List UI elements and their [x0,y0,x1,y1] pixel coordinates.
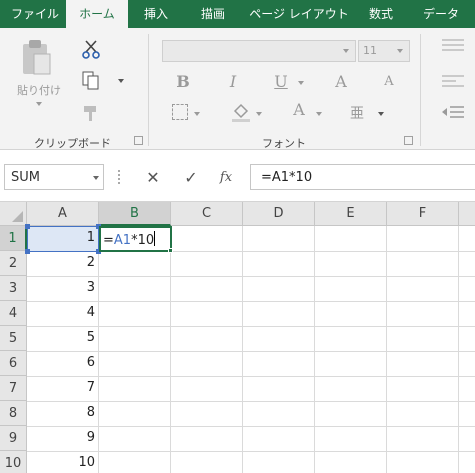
name-box-value: SUM [11,170,40,185]
formula-input[interactable]: =A1*10 [250,164,475,190]
cell-b1-editor[interactable]: =A1*10 [103,231,156,248]
row-header-9[interactable]: 9 [0,426,27,451]
row-header-3[interactable]: 3 [0,276,27,301]
row-header-7[interactable]: 7 [0,376,27,401]
row-header-2[interactable]: 2 [0,251,27,276]
decrease-indent-icon[interactable] [440,103,466,123]
column-header-d[interactable]: D [243,202,315,226]
cell-a6[interactable]: 6 [27,351,98,375]
cell-a2[interactable]: 2 [27,251,98,275]
formula-bar: SUM ✕ ✓ fx =A1*10 [0,150,475,202]
tab-formulas[interactable]: 数式 [353,0,409,28]
cell-a7[interactable]: 7 [27,376,98,400]
name-box[interactable]: SUM [4,164,104,190]
row-header-8[interactable]: 8 [0,401,27,426]
cell-a4[interactable]: 4 [27,301,98,325]
row-header-10[interactable]: 10 [0,451,27,473]
tab-insert[interactable]: 挿入 [128,0,184,28]
gridline [458,226,459,473]
select-all-button[interactable] [0,202,27,226]
group-divider [148,34,149,146]
cell-a5[interactable]: 5 [27,326,98,350]
ribbon-home: 貼り付け クリップボード 11 B I U A A A 亜 フォント [0,28,475,150]
phonetic-icon[interactable]: 亜 [346,101,368,123]
fill-handle[interactable] [168,248,173,253]
cell-a3[interactable]: 3 [27,276,98,300]
bold-icon[interactable]: B [172,72,194,92]
font-size-value: 11 [363,44,377,57]
gridline [386,226,387,473]
column-header-b[interactable]: B [99,202,171,226]
formula-prefix: = [103,233,114,248]
align-left-icon[interactable] [440,72,466,92]
cell-a9[interactable]: 9 [27,426,98,450]
font-size-dropdown-icon [397,49,403,53]
fill-color-icon[interactable] [230,101,252,123]
tab-home[interactable]: ホーム [66,0,128,28]
gridline [170,226,171,473]
align-top-icon[interactable] [440,36,466,56]
column-header-e[interactable]: E [315,202,387,226]
copy-dropdown-icon[interactable] [118,79,124,83]
column-header-c[interactable]: C [171,202,243,226]
paste-label: 貼り付け [17,84,61,97]
paste-dropdown-icon [36,102,42,106]
text-caret [154,231,156,246]
clipboard-launcher-icon[interactable] [134,136,143,145]
borders-dropdown-icon[interactable] [194,112,200,116]
name-box-dropdown-icon[interactable] [93,176,99,180]
underline-dropdown-icon[interactable] [298,81,304,85]
font-group-label: フォント [262,137,306,150]
gridline [242,226,243,473]
shrink-font-icon[interactable]: A [378,72,400,92]
row-header-1[interactable]: 1 [0,226,27,251]
borders-icon[interactable] [172,104,188,120]
insert-function-icon[interactable]: fx [215,167,237,189]
active-cell-b1[interactable]: =A1*10 [99,226,172,252]
gridline [314,226,315,473]
clipboard-group-label: クリップボード [34,137,111,150]
cut-icon[interactable] [80,38,102,60]
underline-icon[interactable]: U [270,72,292,92]
clipboard-icon [23,40,51,75]
font-name-box[interactable] [162,40,356,62]
column-header-g[interactable] [459,202,475,226]
formula-text: =A1*10 [261,170,313,185]
formula-bar-grip[interactable] [118,170,121,184]
font-color-icon[interactable]: A [288,100,310,120]
tab-data[interactable]: データ [412,0,470,28]
tab-draw[interactable]: 描画 [184,0,242,28]
cell-a1[interactable]: 1 [27,226,98,250]
format-painter-icon[interactable] [80,102,102,124]
cancel-icon[interactable]: ✕ [142,167,164,189]
gridline [98,226,99,473]
enter-icon[interactable]: ✓ [180,167,202,189]
phonetic-dropdown-icon[interactable] [378,112,384,116]
row-header-4[interactable]: 4 [0,301,27,326]
group-divider [420,34,421,146]
fill-color-dropdown-icon[interactable] [256,112,262,116]
italic-icon[interactable]: I [222,72,244,92]
column-header-a[interactable]: A [27,202,99,226]
paste-button[interactable]: 貼り付け [12,36,62,112]
font-name-dropdown-icon [343,49,349,53]
ribbon-tab-bar: ファイル ホーム 挿入 描画 ページ レイアウト 数式 データ [0,0,475,28]
formula-reference: A1 [113,233,132,248]
tab-file[interactable]: ファイル [4,0,66,28]
select-all-triangle-icon [12,211,23,222]
row-header-5[interactable]: 5 [0,326,27,351]
font-color-dropdown-icon[interactable] [316,112,322,116]
formula-suffix: *10 [131,233,155,248]
tab-page-layout[interactable]: ページ レイアウト [245,0,353,28]
column-header-f[interactable]: F [387,202,459,226]
row-header-6[interactable]: 6 [0,351,27,376]
grow-font-icon[interactable]: A [330,72,352,92]
font-size-box[interactable]: 11 [358,40,410,62]
cell-a10[interactable]: 10 [27,451,98,473]
copy-icon[interactable] [80,70,102,92]
font-launcher-icon[interactable] [404,136,413,145]
cell-a8[interactable]: 8 [27,401,98,425]
svg-text:亜: 亜 [350,106,364,122]
